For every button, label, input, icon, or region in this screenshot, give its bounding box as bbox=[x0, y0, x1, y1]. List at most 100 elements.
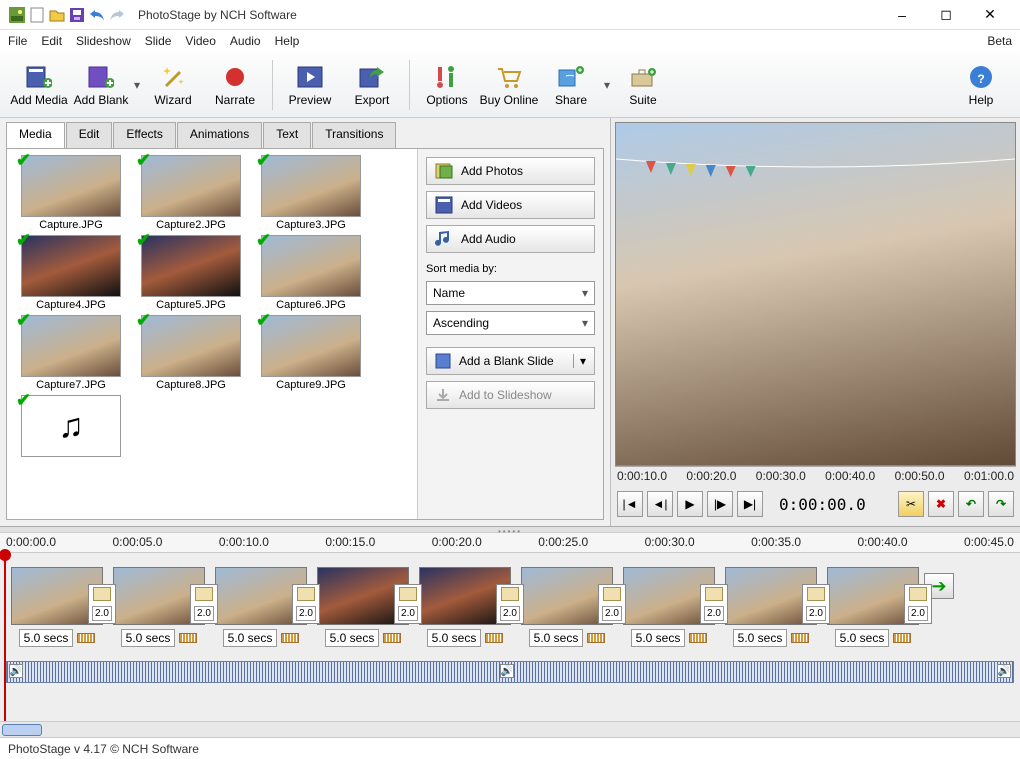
clip-grip-icon[interactable] bbox=[383, 633, 401, 643]
clip-duration[interactable]: 5.0 secs bbox=[835, 629, 890, 647]
transition-marker[interactable]: 2.0 bbox=[496, 584, 524, 624]
media-item[interactable]: ✔Capture5.JPG bbox=[133, 235, 249, 311]
transition-marker[interactable]: 2.0 bbox=[700, 584, 728, 624]
redo-icon[interactable] bbox=[108, 6, 126, 24]
timeline-clip[interactable]: 2.05.0 secs bbox=[618, 567, 720, 647]
clip-grip-icon[interactable] bbox=[689, 633, 707, 643]
redo-timeline-button[interactable]: ↷ bbox=[988, 491, 1014, 517]
speaker-icon[interactable]: 🔊 bbox=[997, 664, 1011, 678]
timeline-clip[interactable]: 2.05.0 secs bbox=[108, 567, 210, 647]
preview-button[interactable]: Preview bbox=[279, 55, 341, 115]
transition-duration[interactable]: 2.0 bbox=[500, 606, 520, 621]
next-frame-button[interactable]: |▶ bbox=[707, 491, 733, 517]
undo-icon[interactable] bbox=[88, 6, 106, 24]
add-blank-slide-button[interactable]: Add a Blank Slide▾ bbox=[426, 347, 595, 375]
clip-duration[interactable]: 5.0 secs bbox=[325, 629, 380, 647]
add-media-button[interactable]: Add Media bbox=[8, 55, 70, 115]
clip-grip-icon[interactable] bbox=[485, 633, 503, 643]
audio-track[interactable]: 🔊 🔊 🔊 bbox=[6, 661, 1014, 683]
clip-grip-icon[interactable] bbox=[791, 633, 809, 643]
narrate-button[interactable]: Narrate bbox=[204, 55, 266, 115]
transition-duration[interactable]: 2.0 bbox=[398, 606, 418, 621]
menu-video[interactable]: Video bbox=[185, 34, 215, 48]
tab-transitions[interactable]: Transitions bbox=[312, 122, 396, 148]
transition-duration[interactable]: 2.0 bbox=[92, 606, 112, 621]
add-videos-button[interactable]: Add Videos bbox=[426, 191, 595, 219]
wizard-button[interactable]: Wizard bbox=[142, 55, 204, 115]
speaker-icon[interactable]: 🔊 bbox=[500, 664, 514, 678]
media-thumbnail-grid[interactable]: ✔Capture.JPG✔Capture2.JPG✔Capture3.JPG✔C… bbox=[7, 149, 417, 519]
transition-duration[interactable]: 2.0 bbox=[908, 606, 928, 621]
chevron-down-icon[interactable]: ▾ bbox=[573, 354, 586, 368]
menu-beta[interactable]: Beta bbox=[987, 34, 1012, 48]
transition-duration[interactable]: 2.0 bbox=[194, 606, 214, 621]
play-button[interactable]: ▶ bbox=[677, 491, 703, 517]
share-button[interactable]: Share bbox=[540, 55, 602, 115]
help-button[interactable]: ?Help bbox=[950, 55, 1012, 115]
share-dropdown[interactable]: ▾ bbox=[602, 78, 612, 92]
timeline-clip[interactable]: 2.05.0 secs bbox=[210, 567, 312, 647]
prev-frame-button[interactable]: ◄| bbox=[647, 491, 673, 517]
clip-grip-icon[interactable] bbox=[893, 633, 911, 643]
clip-grip-icon[interactable] bbox=[587, 633, 605, 643]
clip-duration[interactable]: 5.0 secs bbox=[733, 629, 788, 647]
transition-duration[interactable]: 2.0 bbox=[806, 606, 826, 621]
clip-duration[interactable]: 5.0 secs bbox=[121, 629, 176, 647]
options-button[interactable]: Options bbox=[416, 55, 478, 115]
maximize-button[interactable]: ◻ bbox=[924, 1, 968, 29]
transition-marker[interactable]: 2.0 bbox=[190, 584, 218, 624]
timeline-clip[interactable]: 2.05.0 secs bbox=[720, 567, 822, 647]
clip-duration[interactable]: 5.0 secs bbox=[529, 629, 584, 647]
media-item[interactable]: ✔Capture.JPG bbox=[13, 155, 129, 231]
transition-marker[interactable]: 2.0 bbox=[292, 584, 320, 624]
tab-effects[interactable]: Effects bbox=[113, 122, 175, 148]
speaker-icon[interactable]: 🔊 bbox=[9, 664, 23, 678]
transition-duration[interactable]: 2.0 bbox=[602, 606, 622, 621]
menu-file[interactable]: File bbox=[8, 34, 27, 48]
clip-duration[interactable]: 5.0 secs bbox=[19, 629, 74, 647]
export-button[interactable]: Export bbox=[341, 55, 403, 115]
menu-audio[interactable]: Audio bbox=[230, 34, 261, 48]
menu-help[interactable]: Help bbox=[275, 34, 300, 48]
close-button[interactable]: ✕ bbox=[968, 1, 1012, 29]
tab-animations[interactable]: Animations bbox=[177, 122, 262, 148]
timeline-scrollbar[interactable] bbox=[0, 721, 1020, 737]
tab-text[interactable]: Text bbox=[263, 122, 311, 148]
new-icon[interactable] bbox=[28, 6, 46, 24]
timeline-ruler[interactable]: 0:00:00.0 0:00:05.0 0:00:10.0 0:00:15.0 … bbox=[0, 533, 1020, 553]
add-photos-button[interactable]: Add Photos bbox=[426, 157, 595, 185]
clip-grip-icon[interactable] bbox=[77, 633, 95, 643]
delete-clip-button[interactable]: ✖ bbox=[928, 491, 954, 517]
go-end-button[interactable]: ▶| bbox=[737, 491, 763, 517]
transition-marker[interactable]: 2.0 bbox=[598, 584, 626, 624]
transition-duration[interactable]: 2.0 bbox=[296, 606, 316, 621]
clip-duration[interactable]: 5.0 secs bbox=[223, 629, 278, 647]
suite-button[interactable]: Suite bbox=[612, 55, 674, 115]
split-button[interactable]: ✂ bbox=[898, 491, 924, 517]
tab-edit[interactable]: Edit bbox=[66, 122, 113, 148]
clip-grip-icon[interactable] bbox=[281, 633, 299, 643]
transition-marker[interactable]: 2.0 bbox=[802, 584, 830, 624]
timeline-clip[interactable]: 2.05.0 secs bbox=[414, 567, 516, 647]
timeline-clip[interactable]: 2.05.0 secs bbox=[312, 567, 414, 647]
media-item[interactable]: ✔Capture6.JPG bbox=[253, 235, 369, 311]
add-audio-button[interactable]: Add Audio bbox=[426, 225, 595, 253]
media-item[interactable]: ✔Capture8.JPG bbox=[133, 315, 249, 391]
clip-duration[interactable]: 5.0 secs bbox=[631, 629, 686, 647]
menu-slideshow[interactable]: Slideshow bbox=[76, 34, 131, 48]
media-item[interactable]: ✔Capture2.JPG bbox=[133, 155, 249, 231]
tab-media[interactable]: Media bbox=[6, 122, 65, 148]
transition-marker[interactable]: 2.0 bbox=[394, 584, 422, 624]
save-icon[interactable] bbox=[68, 6, 86, 24]
minimize-button[interactable]: ‒ bbox=[880, 1, 924, 29]
media-item[interactable]: ✔Capture4.JPG bbox=[13, 235, 129, 311]
add-blank-button[interactable]: Add Blank bbox=[70, 55, 132, 115]
scrollbar-thumb[interactable] bbox=[2, 724, 42, 736]
open-icon[interactable] bbox=[48, 6, 66, 24]
preview-viewport[interactable] bbox=[615, 122, 1016, 466]
transition-duration[interactable]: 2.0 bbox=[704, 606, 724, 621]
transition-marker[interactable]: 2.0 bbox=[904, 584, 932, 624]
sort-field-select[interactable]: Name▾ bbox=[426, 281, 595, 305]
menu-slide[interactable]: Slide bbox=[145, 34, 172, 48]
add-to-slideshow-button[interactable]: Add to Slideshow bbox=[426, 381, 595, 409]
